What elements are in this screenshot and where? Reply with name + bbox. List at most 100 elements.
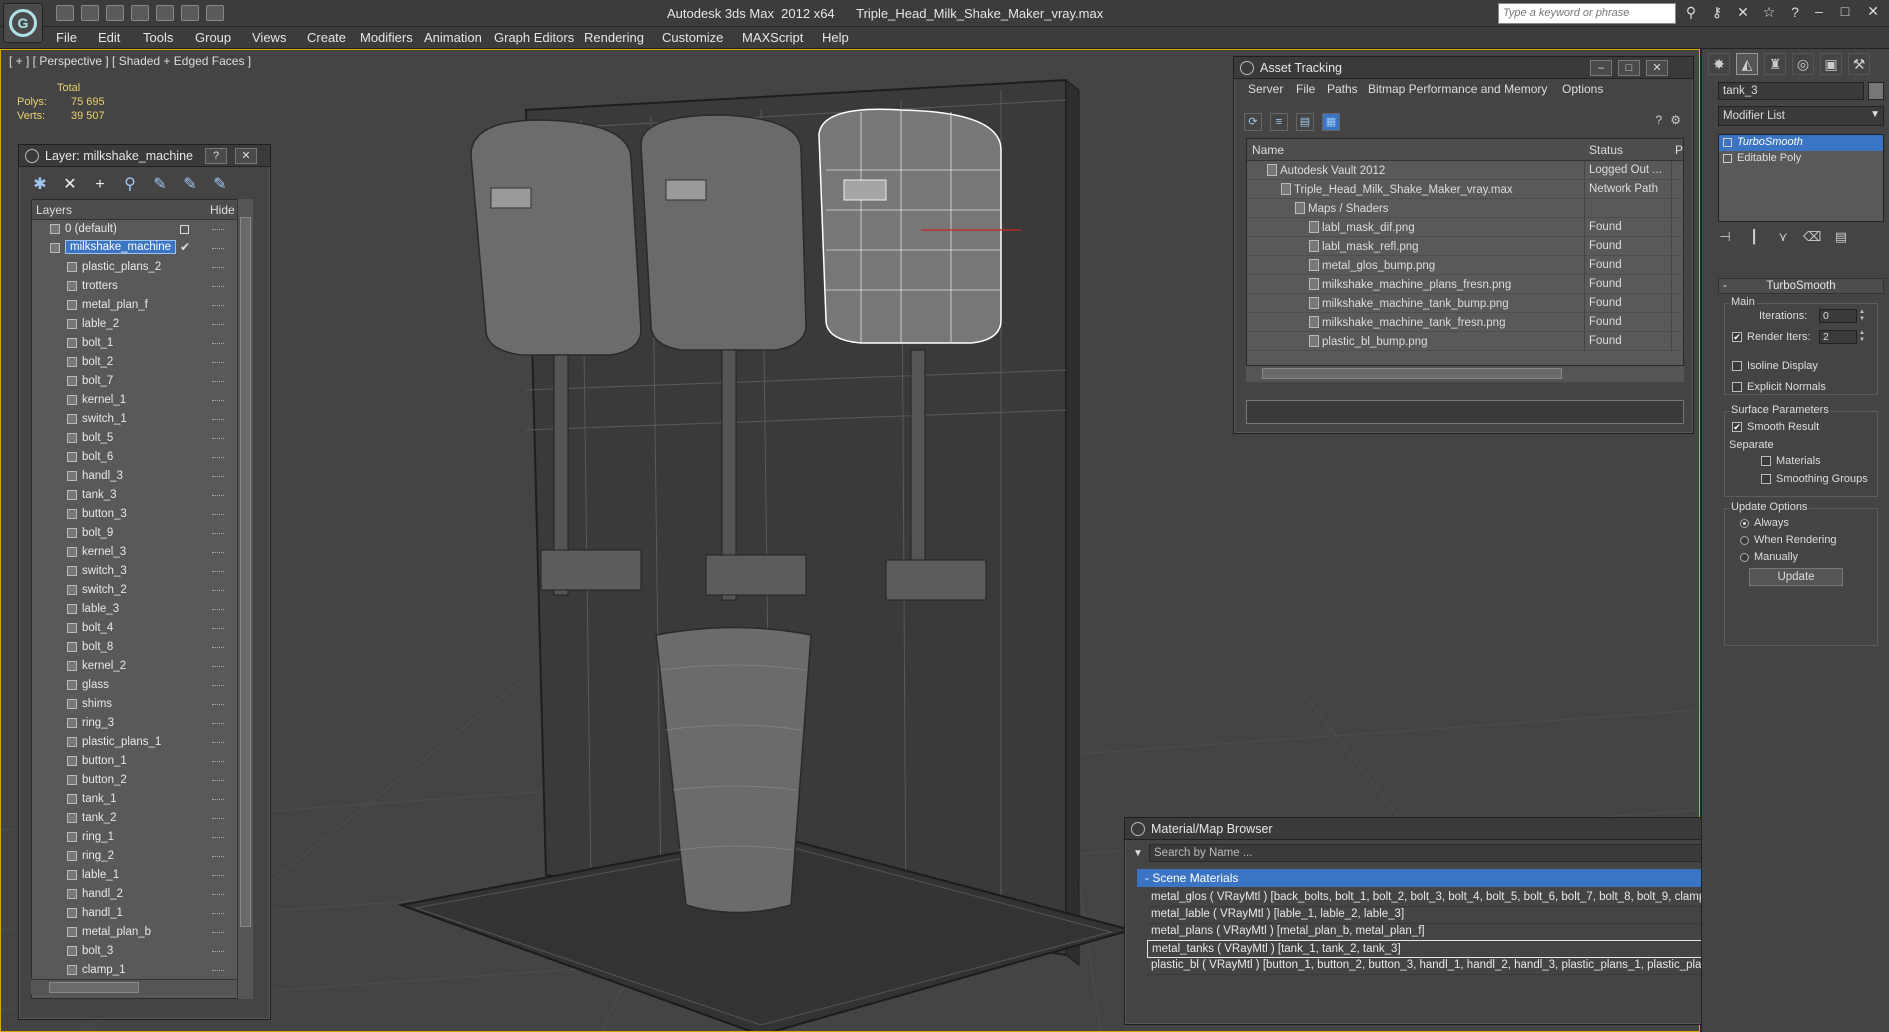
hide-toggle[interactable] xyxy=(212,685,224,688)
table-view-icon[interactable]: ▦ xyxy=(1322,113,1340,131)
layer-row[interactable]: bolt_6 xyxy=(32,448,252,467)
minimize-icon[interactable]: – xyxy=(1815,3,1823,20)
close-icon[interactable]: ✕ xyxy=(1867,3,1879,20)
isoline-checkbox[interactable] xyxy=(1732,361,1742,371)
layer-row[interactable]: ring_3 xyxy=(32,714,252,733)
hide-toggle[interactable] xyxy=(212,818,224,821)
layer-row[interactable]: handl_2 xyxy=(32,885,252,904)
asset-row[interactable]: milkshake_machine_tank_fresn.png Found xyxy=(1247,313,1683,332)
layer-row[interactable]: 0 (default) xyxy=(32,220,252,239)
maximize-icon[interactable]: □ xyxy=(1841,3,1849,20)
hide-toggle[interactable] xyxy=(212,229,224,232)
spinner-arrows-icon[interactable]: ▲ ▼ xyxy=(1859,309,1867,323)
menu-group[interactable]: Group xyxy=(195,30,231,45)
layer-row[interactable]: bolt_8 xyxy=(32,638,252,657)
when-rendering-radio[interactable] xyxy=(1740,536,1749,545)
fetch-icon[interactable] xyxy=(206,5,224,21)
col-path[interactable]: P xyxy=(1675,143,1683,157)
hide-toggle[interactable] xyxy=(212,286,224,289)
menu-modifiers[interactable]: Modifiers xyxy=(360,30,413,45)
layer-row[interactable]: clamp_1 xyxy=(32,961,252,980)
search-input[interactable]: Type a keyword or phrase xyxy=(1498,3,1676,24)
modifier-list-dropdown[interactable]: Modifier List ▼ xyxy=(1718,106,1884,126)
smooth-result-checkbox[interactable]: ✔ xyxy=(1732,422,1742,432)
menu-views[interactable]: Views xyxy=(252,30,286,45)
undo-icon[interactable] xyxy=(131,5,149,21)
layer-row[interactable]: kernel_1 xyxy=(32,391,252,410)
layer-row[interactable]: bolt_9 xyxy=(32,524,252,543)
viewport-label[interactable]: [ + ] [ Perspective ] [ Shaded + Edged F… xyxy=(9,54,251,68)
hide-toggle[interactable] xyxy=(212,267,224,270)
hide-toggle[interactable] xyxy=(212,970,224,973)
binoculars-icon[interactable]: ⚲ xyxy=(1682,4,1700,22)
favorites-icon[interactable]: ☆ xyxy=(1760,4,1778,22)
asset-menu-bitmap[interactable]: Bitmap Performance and Memory xyxy=(1368,82,1547,96)
layer-row[interactable]: bolt_5 xyxy=(32,429,252,448)
hide-toggle[interactable] xyxy=(212,457,224,460)
list-view-icon[interactable]: ≡ xyxy=(1270,113,1288,131)
select-objects-icon[interactable]: ⚲ xyxy=(119,175,141,195)
col-name[interactable]: Name xyxy=(1252,143,1284,157)
menu-edit[interactable]: Edit xyxy=(98,30,120,45)
hide-toggle[interactable] xyxy=(212,799,224,802)
layer-row[interactable]: bolt_1 xyxy=(32,334,252,353)
scroll-thumb[interactable] xyxy=(49,982,139,993)
layer-row[interactable]: lable_3 xyxy=(32,600,252,619)
save-file-icon[interactable] xyxy=(106,5,124,21)
motion-tab-icon[interactable]: ◎ xyxy=(1792,53,1814,75)
modify-tab-icon[interactable]: ◭ xyxy=(1736,53,1758,75)
browser-options-icon[interactable]: ▼ xyxy=(1133,848,1143,859)
pin-stack-icon[interactable]: ⊣ xyxy=(1716,229,1734,245)
menu-graph-editors[interactable]: Graph Editors xyxy=(494,30,574,45)
make-unique-icon[interactable]: ⋎ xyxy=(1774,229,1792,245)
asset-row[interactable]: plastic_bl_bump.png Found xyxy=(1247,332,1683,351)
help-icon[interactable]: ? xyxy=(1786,4,1804,22)
hide-toggle[interactable] xyxy=(212,875,224,878)
asset-menu-file[interactable]: File xyxy=(1296,82,1315,96)
layer-row[interactable]: bolt_7 xyxy=(32,372,252,391)
lightbulb-icon[interactable] xyxy=(1723,138,1732,147)
hide-toggle[interactable] xyxy=(212,894,224,897)
hide-toggle[interactable] xyxy=(212,666,224,669)
hide-toggle[interactable] xyxy=(212,324,224,327)
delete-layer-icon[interactable]: ✕ xyxy=(59,175,81,195)
utilities-tab-icon[interactable]: ⚒ xyxy=(1848,53,1870,75)
current-layer-box[interactable] xyxy=(180,225,189,234)
asset-row[interactable]: labl_mask_refl.png Found xyxy=(1247,237,1683,256)
col-hide[interactable]: Hide xyxy=(210,203,235,217)
col-layers[interactable]: Layers xyxy=(36,203,72,217)
hide-toggle[interactable] xyxy=(212,381,224,384)
asset-window-titlebar[interactable]: Asset Tracking – □ ✕ xyxy=(1234,57,1693,79)
hide-toggle[interactable] xyxy=(212,780,224,783)
asset-row[interactable]: Autodesk Vault 2012 Logged Out ... xyxy=(1247,161,1683,180)
object-color-swatch[interactable] xyxy=(1868,82,1884,100)
asset-row[interactable]: milkshake_machine_tank_bump.png Found xyxy=(1247,294,1683,313)
layer-row[interactable]: metal_plan_b xyxy=(32,923,252,942)
asset-row[interactable]: labl_mask_dif.png Found xyxy=(1247,218,1683,237)
menu-help[interactable]: Help xyxy=(822,30,849,45)
layer-row[interactable]: handl_1 xyxy=(32,904,252,923)
layer-row[interactable]: shims xyxy=(32,695,252,714)
display-tab-icon[interactable]: ▣ xyxy=(1820,53,1842,75)
render-iters-checkbox[interactable]: ✔ xyxy=(1732,332,1742,342)
layer-row[interactable]: metal_plan_f xyxy=(32,296,252,315)
remove-modifier-icon[interactable]: ⌫ xyxy=(1803,229,1821,245)
hide-toggle[interactable] xyxy=(212,419,224,422)
layer-row[interactable]: bolt_4 xyxy=(32,619,252,638)
layer-row[interactable]: tank_1 xyxy=(32,790,252,809)
hide-toggle[interactable] xyxy=(212,951,224,954)
redo-icon[interactable] xyxy=(156,5,174,21)
layer-row[interactable]: button_2 xyxy=(32,771,252,790)
configure-modifier-sets-icon[interactable]: ▤ xyxy=(1832,229,1850,245)
hide-toggle[interactable] xyxy=(212,362,224,365)
layer-row[interactable]: switch_1 xyxy=(32,410,252,429)
layer-row[interactable]: ring_2 xyxy=(32,847,252,866)
hide-toggle[interactable] xyxy=(212,571,224,574)
communication-icon[interactable]: ✕ xyxy=(1734,4,1752,22)
stack-item-turbosmooth[interactable]: TurboSmooth xyxy=(1719,135,1883,151)
layer-row[interactable]: plastic_plans_2 xyxy=(32,258,252,277)
explicit-normals-checkbox[interactable] xyxy=(1732,382,1742,392)
hide-toggle[interactable] xyxy=(212,552,224,555)
col-status[interactable]: Status xyxy=(1589,143,1623,157)
layer-row[interactable]: kernel_2 xyxy=(32,657,252,676)
